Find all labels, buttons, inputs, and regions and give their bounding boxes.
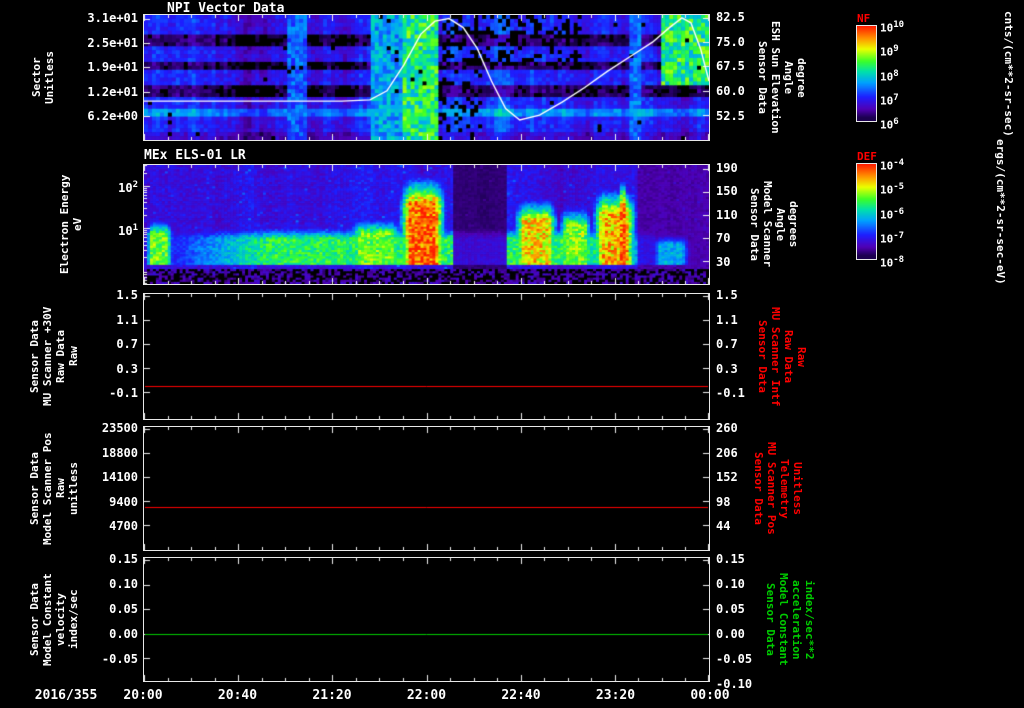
right-axis-title-line: degrees: [787, 201, 800, 248]
right-axis-title-line: degree: [795, 57, 808, 98]
x-tick-label: 20:00: [123, 688, 163, 703]
colorbar-tick-label: 10-5: [880, 182, 905, 197]
right-axis-title-line: Model Scanner: [761, 181, 774, 268]
mu-scanner-30v-panel: [143, 293, 710, 420]
right-axis-title-line: Model Constant: [777, 573, 790, 666]
left-axis-title-line: unitless: [67, 462, 80, 515]
left-axis-title-line: Raw: [54, 478, 67, 499]
colorbar-name: NF: [857, 12, 871, 25]
colorbar-tick-label: 109: [880, 44, 899, 59]
left-axis-title-line: MU Scanner +30V: [41, 306, 54, 407]
x-tick-label: 22:00: [406, 688, 447, 703]
colorbar-gradient: [857, 26, 876, 121]
left-axis-title-line: eV: [71, 217, 84, 232]
left-axis-title-line: Sensor Data: [28, 320, 41, 393]
x-tick-label: 22:40: [501, 688, 541, 703]
right-axis-title-line: Sensor Data: [752, 452, 765, 525]
right-axis-title-line: Raw Data: [782, 330, 795, 383]
x-tick-label: 21:20: [312, 688, 352, 703]
right-axis-title-line: Telemetry: [778, 458, 791, 519]
colorbar-gradient: [857, 164, 876, 259]
left-axis-title-line: Sector: [30, 57, 43, 98]
aspera-quicklook-plot: NPI Vector Data MEx ELS-01 LR 3.1e+01 2.5…: [0, 0, 1024, 708]
y-tick-label-left: 6.2e+00: [87, 109, 138, 124]
colorbar-tick-label: 10-4: [880, 158, 905, 173]
colorbar-tick-label: 1010: [880, 20, 905, 35]
y-tick-label-left: 2.5e+01: [87, 35, 138, 50]
right-axis-title-line: acceleration: [790, 579, 803, 660]
x-tick-label: 00:00: [690, 688, 730, 703]
right-axis-title-line: MU Scanner Intf: [769, 306, 782, 407]
scanner-position-line-canvas: [144, 427, 709, 550]
colorbar-name: DEF: [857, 150, 877, 163]
npi-spectrogram-panel: [143, 14, 710, 141]
colorbar-tick-label: 108: [880, 68, 899, 84]
right-axis-title-line: Unitless: [791, 462, 804, 515]
scanner-position-panel: [143, 426, 710, 551]
y-tick-label-left: 1.9e+01: [87, 60, 138, 75]
right-axis-title-line: MU Scanner Pos: [765, 442, 778, 535]
right-axis-title-line: Raw: [795, 346, 808, 367]
left-axis-title-line: Electron Energy: [58, 174, 71, 275]
y-tick-label-left: 1.2e+01: [87, 84, 138, 99]
els-axes-overlay: [144, 165, 709, 284]
left-axis-title-line: Model Scanner Pos: [41, 432, 54, 545]
colorbar-unit-label: ergs/(cm**2-sr-sec-eV): [994, 138, 1007, 285]
right-axis-title-line: Sensor Data: [756, 320, 769, 393]
els-panel-title: MEx ELS-01 LR: [144, 148, 246, 163]
colorbar-tick-label: 107: [880, 92, 899, 108]
x-tick-label: 23:20: [595, 688, 636, 703]
left-axis-title-line: index/sec: [67, 589, 80, 650]
left-axis-title-line: Model Constant: [41, 573, 54, 666]
right-axis-title-line: ESH Sun Elevation: [769, 21, 782, 134]
left-axis-title-line: Sensor Data: [28, 452, 41, 525]
colorbar-unit-label: cnts/(cm**2-sr-sec): [1002, 10, 1015, 137]
x-tick-label: 20:40: [217, 688, 258, 703]
colorbar-def: [856, 163, 877, 260]
y-tick-label-left: 3.1e+01: [87, 10, 138, 25]
left-axis-title-line: Sensor Data: [28, 583, 41, 656]
left-axis-title-line: Unitless: [43, 51, 56, 104]
right-axis-title-line: Angle: [774, 207, 787, 242]
colorbar-tick-label: 10-7: [880, 230, 905, 246]
left-axis-title-line: Raw: [67, 346, 80, 367]
model-constant-velocity-line-canvas: [144, 558, 709, 681]
right-axis-title-line: Angle: [782, 60, 795, 95]
colorbar-tick-label: 10-6: [880, 206, 905, 222]
els-spectrogram-panel: [143, 164, 710, 285]
npi-axes-overlay: [144, 15, 709, 140]
x-axis-date-label: 2016/355: [34, 688, 98, 703]
left-axis-title-line: velocity: [54, 593, 67, 646]
right-axis-title-line: Sensor Data: [764, 583, 777, 656]
right-axis-title-line: Sensor Data: [756, 41, 769, 114]
colorbar-tick-label: 106: [880, 117, 899, 132]
model-constant-velocity-panel: [143, 557, 710, 682]
mu-scanner-30v-line-canvas: [144, 294, 709, 419]
colorbar-tick-label: 10-8: [880, 255, 905, 270]
left-axis-title-line: Raw Data: [54, 330, 67, 383]
colorbar-nf: [856, 25, 877, 122]
right-axis-title-line: index/sec**2: [803, 579, 816, 660]
right-axis-title-line: Sensor Data: [748, 188, 761, 261]
